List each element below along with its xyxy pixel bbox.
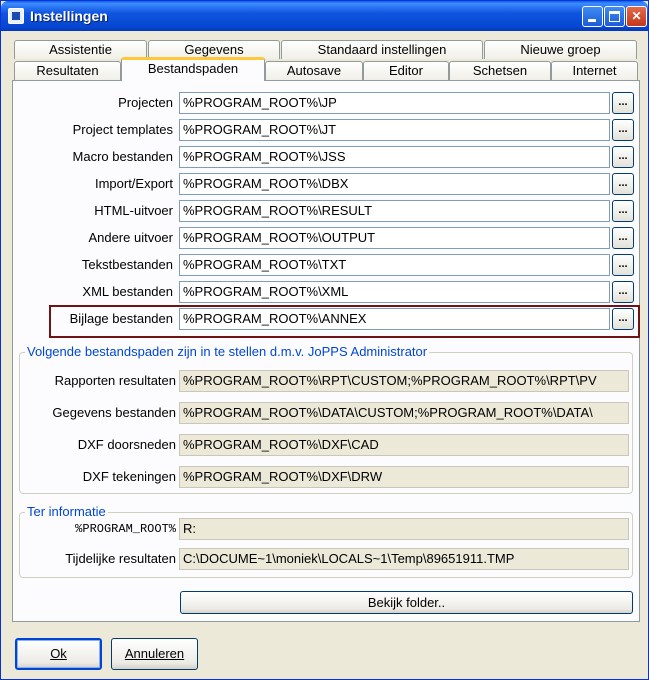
view-folder-button[interactable]: Bekijk folder.. xyxy=(180,591,633,614)
close-button[interactable]: ✕ xyxy=(626,6,647,27)
path-input-html-uitvoer[interactable]: %PROGRAM_ROOT%\RESULT xyxy=(179,200,610,222)
tab-nieuwe-groep[interactable]: Nieuwe groep xyxy=(484,40,637,59)
admin-value-gegevens-bestanden: %PROGRAM_ROOT%\DATA\CUSTOM;%PROGRAM_ROOT… xyxy=(179,402,629,424)
path-label-tekstbestanden: Tekstbestanden xyxy=(81,257,173,272)
tab-standaard-instellingen[interactable]: Standaard instellingen xyxy=(281,40,483,59)
browse-button-project-templates[interactable]: ... xyxy=(612,119,634,141)
maximize-icon xyxy=(609,11,620,22)
cancel-button[interactable]: Annuleren xyxy=(111,638,198,670)
info-label-program-root: %PROGRAM_ROOT% xyxy=(75,522,176,536)
ok-button[interactable]: Ok xyxy=(15,638,102,670)
admin-label-gegevens-bestanden: Gegevens bestanden xyxy=(52,405,176,420)
path-input-import-export[interactable]: %PROGRAM_ROOT%\DBX xyxy=(179,173,610,195)
path-label-xml-bestanden: XML bestanden xyxy=(82,284,173,299)
close-icon: ✕ xyxy=(631,9,642,23)
browse-button-xml-bestanden[interactable]: ... xyxy=(612,281,634,303)
browse-button-html-uitvoer[interactable]: ... xyxy=(612,200,634,222)
path-label-project-templates: Project templates xyxy=(72,122,173,137)
tab-resultaten[interactable]: Resultaten xyxy=(14,61,121,80)
ok-button-label: Ok xyxy=(50,646,67,661)
admin-label-rapporten-resultaten: Rapporten resultaten xyxy=(54,373,176,388)
highlight-box xyxy=(49,305,640,338)
tab-internet[interactable]: Internet xyxy=(551,61,638,80)
path-label-macro-bestanden: Macro bestanden xyxy=(72,149,173,164)
path-input-macro-bestanden[interactable]: %PROGRAM_ROOT%\JSS xyxy=(179,146,610,168)
maximize-button[interactable] xyxy=(604,6,625,27)
info-label-tijdelijke-resultaten: Tijdelijke resultaten xyxy=(65,551,176,566)
browse-button-tekstbestanden[interactable]: ... xyxy=(612,254,634,276)
tab-autosave[interactable]: Autosave xyxy=(265,61,363,80)
tab-bestandspaden[interactable]: Bestandspaden xyxy=(121,57,265,81)
info-value-program-root: R: xyxy=(179,518,629,540)
path-input-projecten[interactable]: %PROGRAM_ROOT%\JP xyxy=(179,92,610,114)
title-bar[interactable]: Instellingen ✕ xyxy=(1,1,648,31)
path-input-project-templates[interactable]: %PROGRAM_ROOT%\JT xyxy=(179,119,610,141)
browse-button-import-export[interactable]: ... xyxy=(612,173,634,195)
browse-button-projecten[interactable]: ... xyxy=(612,92,634,114)
path-input-tekstbestanden[interactable]: %PROGRAM_ROOT%\TXT xyxy=(179,254,610,276)
admin-value-rapporten-resultaten: %PROGRAM_ROOT%\RPT\CUSTOM;%PROGRAM_ROOT%… xyxy=(179,370,629,392)
path-input-andere-uitvoer[interactable]: %PROGRAM_ROOT%\OUTPUT xyxy=(179,227,610,249)
path-input-xml-bestanden[interactable]: %PROGRAM_ROOT%\XML xyxy=(179,281,610,303)
path-label-import-export: Import/Export xyxy=(94,176,173,191)
minimize-button[interactable] xyxy=(582,6,603,27)
settings-window: Instellingen ✕ Assistentie Gegevens Stan… xyxy=(0,0,649,680)
app-icon xyxy=(8,8,24,24)
admin-value-dxf-tekeningen: %PROGRAM_ROOT%\DXF\DRW xyxy=(179,466,629,488)
admin-value-dxf-doorsneden: %PROGRAM_ROOT%\DXF\CAD xyxy=(179,434,629,456)
admin-group-legend: Volgende bestandspaden zijn in te stelle… xyxy=(25,344,430,360)
path-label-html-uitvoer: HTML-uitvoer xyxy=(94,203,173,218)
cancel-button-label: Annuleren xyxy=(124,646,185,661)
window-title: Instellingen xyxy=(30,8,108,24)
admin-label-dxf-tekeningen: DXF tekeningen xyxy=(82,469,176,484)
path-label-projecten: Projecten xyxy=(118,95,173,110)
browse-button-andere-uitvoer[interactable]: ... xyxy=(612,227,634,249)
tab-schetsen[interactable]: Schetsen xyxy=(449,61,551,80)
tab-editor[interactable]: Editor xyxy=(363,61,449,80)
minimize-icon xyxy=(588,19,596,22)
admin-label-dxf-doorsneden: DXF doorsneden xyxy=(77,437,176,452)
browse-button-macro-bestanden[interactable]: ... xyxy=(612,146,634,168)
path-label-andere-uitvoer: Andere uitvoer xyxy=(88,230,173,245)
info-value-tijdelijke-resultaten: C:\DOCUME~1\moniek\LOCALS~1\Temp\8965191… xyxy=(179,548,629,570)
